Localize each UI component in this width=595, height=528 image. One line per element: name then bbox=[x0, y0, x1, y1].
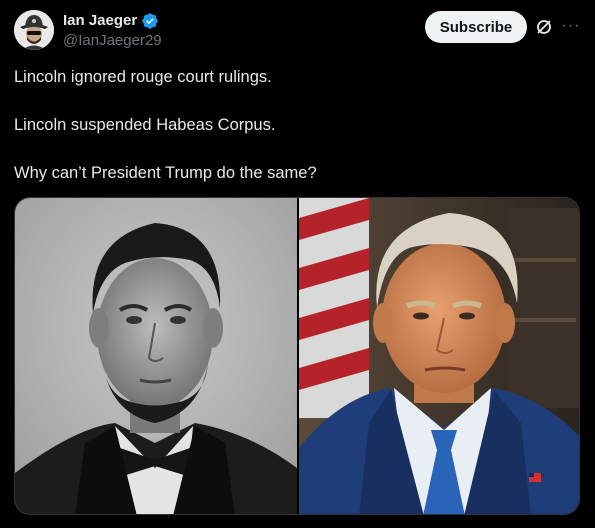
tweet-line-1: Lincoln ignored rouge court rulings. bbox=[14, 68, 272, 86]
grok-slash-icon[interactable] bbox=[535, 18, 553, 36]
author-info: Ian Jaeger @IanJaeger29 bbox=[63, 12, 162, 51]
verified-badge-icon bbox=[142, 13, 158, 29]
author-display-name[interactable]: Ian Jaeger bbox=[63, 12, 137, 30]
tweet-post: Ian Jaeger @IanJaeger29 Subscribe ··· Li… bbox=[0, 0, 595, 528]
tweet-media[interactable] bbox=[14, 197, 580, 515]
trump-portrait-photo[interactable] bbox=[299, 198, 579, 514]
more-dots-icon[interactable]: ··· bbox=[560, 16, 582, 36]
tweet-line-2: Lincoln suspended Habeas Corpus. bbox=[14, 116, 276, 134]
avatar[interactable] bbox=[14, 10, 54, 50]
lincoln-portrait-photo[interactable] bbox=[15, 198, 297, 514]
author-handle[interactable]: @IanJaeger29 bbox=[63, 31, 162, 51]
subscribe-button[interactable]: Subscribe bbox=[425, 11, 527, 43]
tweet-line-3: Why can’t President Trump do the same? bbox=[14, 164, 317, 182]
avatar-hat-icon bbox=[14, 10, 54, 50]
tweet-text: Lincoln ignored rouge court rulings. Lin… bbox=[14, 67, 574, 211]
author-name-row[interactable]: Ian Jaeger bbox=[63, 12, 162, 30]
